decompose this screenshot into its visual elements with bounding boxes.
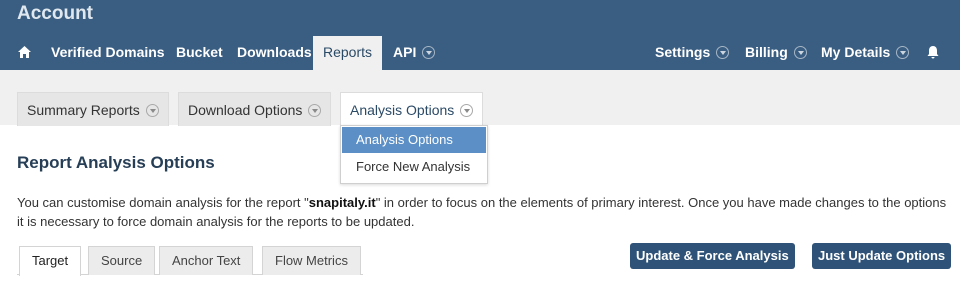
subtab-summary-reports[interactable]: Summary Reports [17, 92, 169, 126]
nav-billing-label: Billing [745, 44, 788, 60]
nav-api[interactable]: API [393, 36, 436, 70]
tab-source[interactable]: Source [88, 246, 156, 275]
nav-verified-domains[interactable]: Verified Domains [51, 36, 165, 70]
tab-flow-metrics[interactable]: Flow Metrics [262, 246, 361, 275]
analysis-options-dropdown: Analysis Options Force New Analysis [340, 125, 488, 184]
subtab-download-options[interactable]: Download Options [178, 92, 332, 126]
chevron-down-icon [308, 103, 322, 117]
just-update-options-button[interactable]: Just Update Options [812, 243, 952, 269]
chevron-down-icon [896, 45, 910, 59]
page-description: You can customise domain analysis for th… [17, 193, 947, 231]
nav-bucket[interactable]: Bucket [176, 36, 223, 70]
bell-icon[interactable] [926, 45, 940, 60]
update-force-analysis-button[interactable]: Update & Force Analysis [630, 243, 795, 269]
nav-my-details[interactable]: My Details [821, 36, 910, 70]
chevron-down-icon [460, 103, 474, 117]
app-title: Account [17, 3, 93, 24]
nav-settings[interactable]: Settings [655, 36, 730, 70]
chevron-down-icon [793, 45, 807, 59]
nav-billing[interactable]: Billing [745, 36, 807, 70]
page-title: Report Analysis Options [17, 153, 215, 172]
nav-settings-label: Settings [655, 44, 711, 60]
nav-downloads[interactable]: Downloads [237, 36, 312, 70]
chevron-down-icon [145, 103, 159, 117]
dropdown-item-force-new-analysis[interactable]: Force New Analysis [342, 154, 486, 180]
tab-target[interactable]: Target [19, 246, 82, 276]
report-domain: snapitaly.it [308, 195, 376, 210]
subtab-analysis-options[interactable]: Analysis Options [340, 92, 484, 127]
nav-my-details-label: My Details [821, 44, 891, 60]
nav-api-label: API [393, 44, 417, 60]
dropdown-item-analysis-options[interactable]: Analysis Options [342, 127, 486, 153]
description-text: You can customise domain analysis for th… [17, 195, 309, 210]
subtab-download-options-label: Download Options [188, 102, 303, 118]
chevron-down-icon [716, 45, 730, 59]
chevron-down-icon [422, 45, 436, 59]
subtab-analysis-options-label: Analysis Options [350, 102, 455, 118]
home-icon[interactable] [17, 45, 32, 59]
tab-anchor-text[interactable]: Anchor Text [159, 246, 254, 275]
nav-reports[interactable]: Reports [313, 36, 383, 70]
subtab-summary-reports-label: Summary Reports [27, 102, 140, 118]
